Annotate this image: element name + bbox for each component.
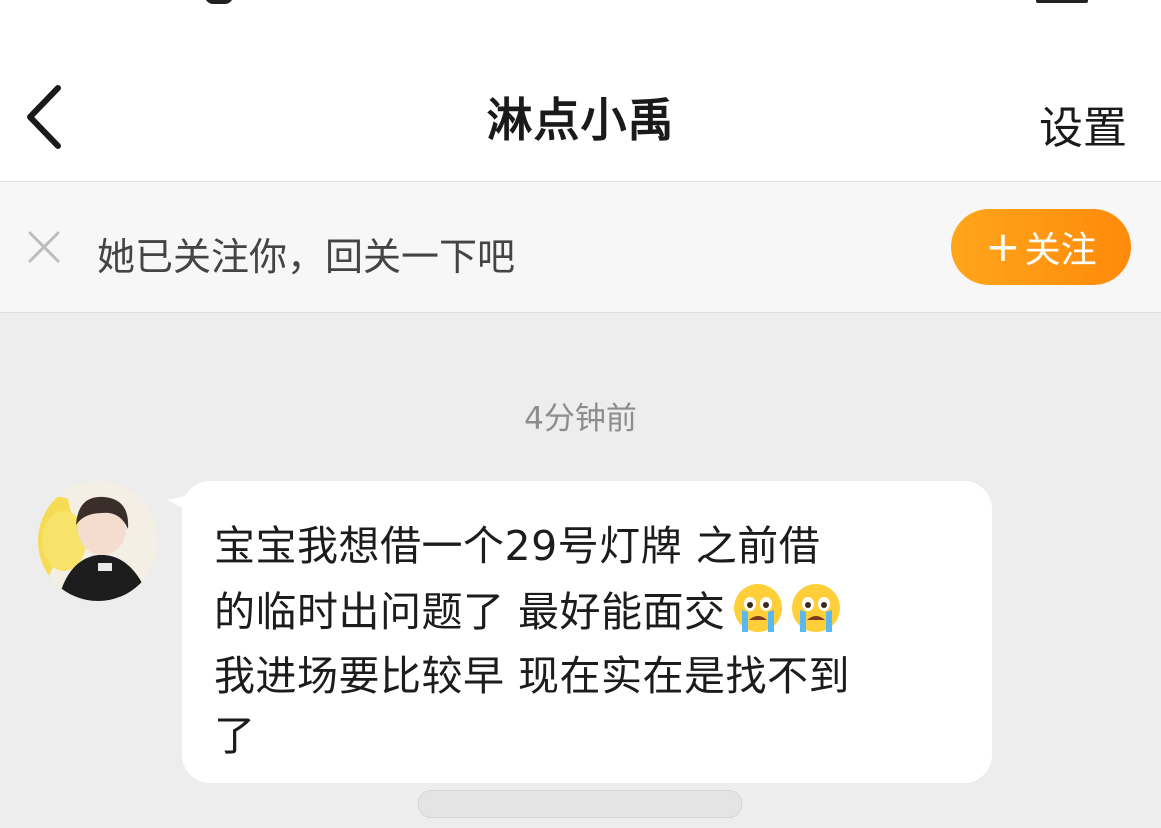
follow-back-button[interactable]: + 关注 xyxy=(951,209,1131,285)
crying-emoji-icon xyxy=(791,584,840,632)
crying-emoji-icon xyxy=(733,584,782,632)
bottom-indicator xyxy=(418,790,742,818)
battery-indicator xyxy=(1036,0,1088,3)
navigation-bar: 淋点小禹 设置 xyxy=(0,20,1161,182)
status-bar xyxy=(0,0,1161,20)
settings-button[interactable]: 设置 xyxy=(1039,92,1127,156)
message-line: 的临时出问题了 最好能面交 xyxy=(214,578,842,638)
avatar[interactable] xyxy=(38,481,158,601)
message-line-text: 的临时出问题了 最好能面交 xyxy=(214,588,726,636)
follow-prompt-text: 她已关注你，回关一下吧 xyxy=(97,235,516,279)
message-line: 了 xyxy=(214,712,256,760)
message-line: 宝宝我想借一个29号灯牌 之前借 xyxy=(214,522,821,570)
page-title: 淋点小禹 xyxy=(486,93,675,147)
follow-button-label: 关注 xyxy=(1024,230,1097,271)
follow-prompt-bar: 她已关注你，回关一下吧 + 关注 xyxy=(0,182,1161,313)
close-icon[interactable] xyxy=(26,229,62,265)
message-line: 我进场要比较早 现在实在是找不到 xyxy=(214,652,851,700)
status-indicator xyxy=(205,0,233,4)
plus-icon: + xyxy=(985,222,1021,271)
message-timestamp: 4分钟前 xyxy=(524,401,637,437)
